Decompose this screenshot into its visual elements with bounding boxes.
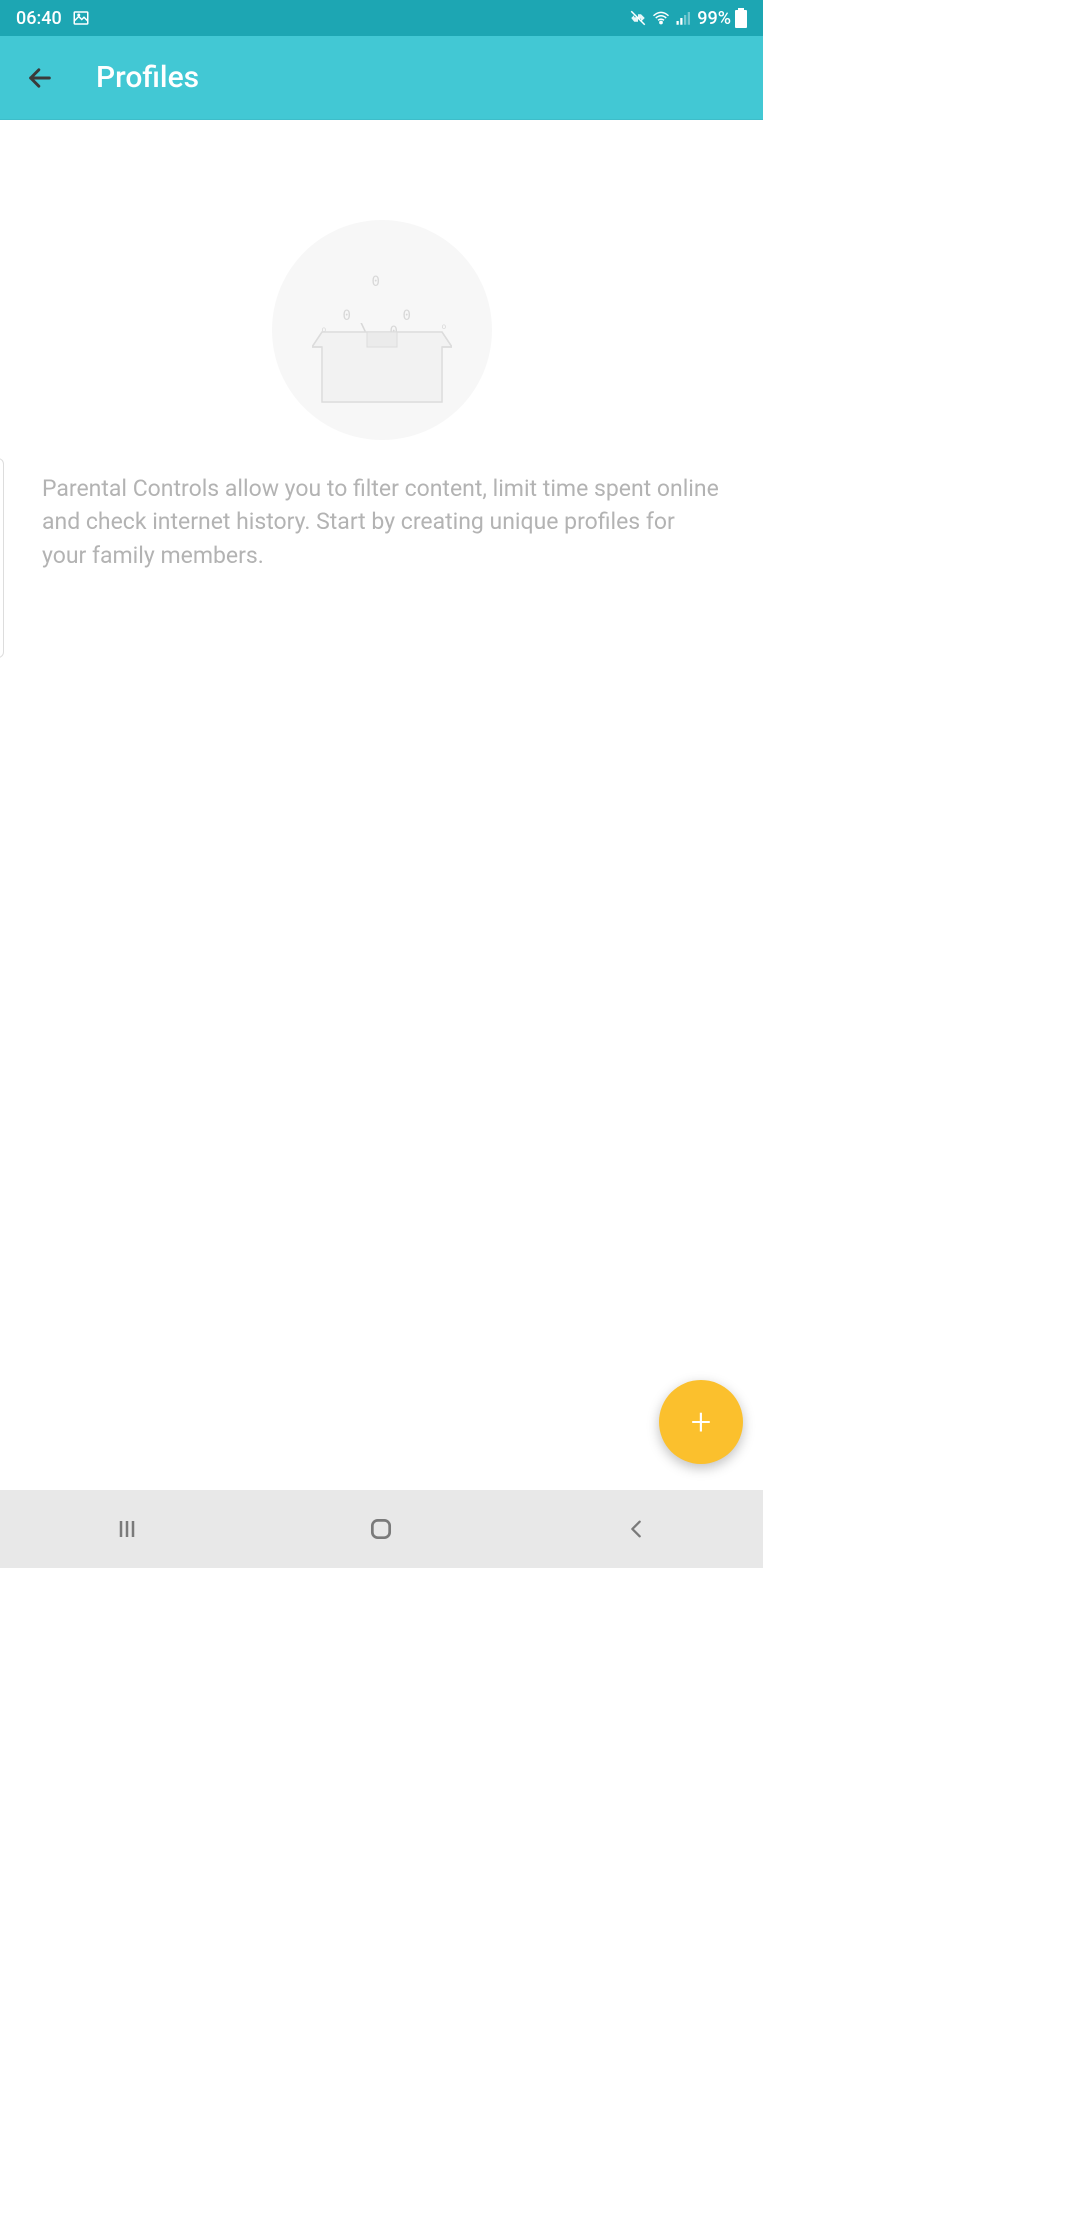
battery-percent: 99% [697, 8, 731, 29]
chevron-left-icon [625, 1518, 647, 1540]
empty-state-description: Parental Controls allow you to filter co… [42, 472, 721, 572]
main-content: 0 0 0 \ 0 \ o o | Parental Controls allo… [0, 120, 763, 572]
status-right: 99% [629, 8, 747, 29]
picture-icon [72, 9, 90, 27]
status-left: 06:40 [16, 8, 90, 29]
empty-state-illustration: 0 0 0 \ 0 \ o o | [272, 220, 492, 440]
page-title: Profiles [96, 60, 199, 95]
home-button[interactable] [321, 1505, 441, 1553]
back-button[interactable] [16, 54, 64, 102]
system-back-button[interactable] [576, 1505, 696, 1553]
edge-handle [0, 458, 4, 658]
arrow-left-icon [26, 64, 54, 92]
signal-icon [675, 9, 693, 27]
vibrate-icon [629, 9, 647, 27]
recent-apps-button[interactable] [67, 1505, 187, 1553]
recent-icon [115, 1517, 139, 1541]
box-icon [312, 282, 452, 442]
clock: 06:40 [16, 8, 62, 29]
battery-icon [735, 8, 747, 28]
system-nav-bar [0, 1490, 763, 1568]
home-icon [368, 1516, 394, 1542]
status-bar: 06:40 [0, 0, 763, 36]
plus-icon: + [691, 1404, 711, 1440]
wifi-icon [651, 9, 671, 27]
app-bar: Profiles [0, 36, 763, 120]
add-profile-button[interactable]: + [659, 1380, 743, 1464]
